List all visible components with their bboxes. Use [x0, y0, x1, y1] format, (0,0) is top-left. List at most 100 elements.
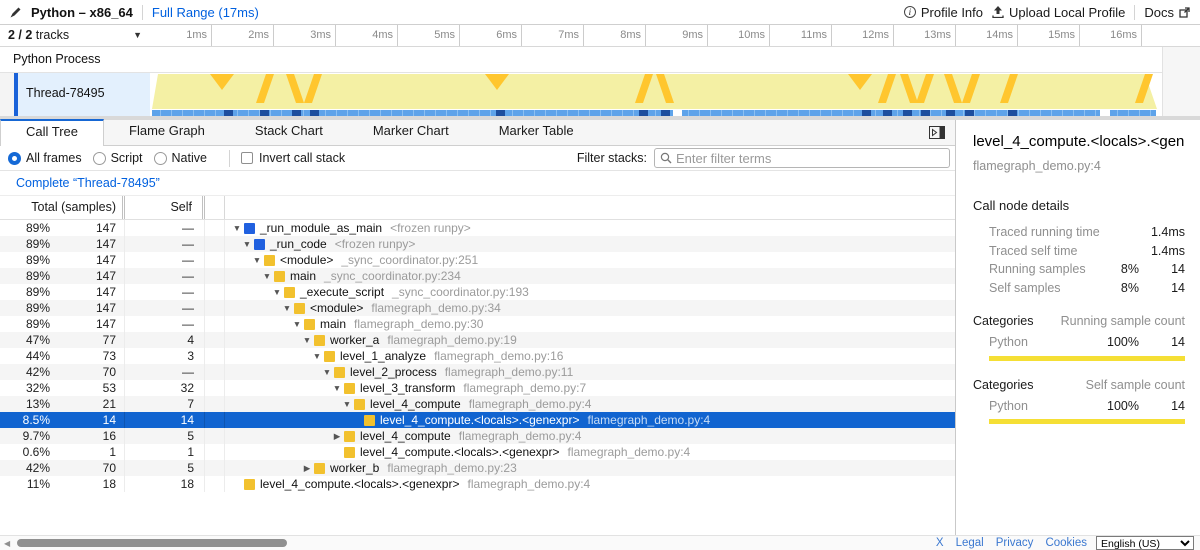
twisty-open-icon[interactable]: ▼ — [301, 335, 313, 345]
twisty-open-icon[interactable]: ▼ — [281, 303, 293, 313]
call-tree-row[interactable]: 13%217▼level_4_computeflamegraph_demo.py… — [0, 396, 955, 412]
column-header-total[interactable]: Total (samples) — [0, 196, 125, 219]
docs-link[interactable]: Docs — [1144, 5, 1190, 20]
spacer-cell — [205, 236, 225, 252]
call-tree-row[interactable]: 42%70—▼level_2_processflamegraph_demo.py… — [0, 364, 955, 380]
frame-filter-all-frames[interactable]: All frames — [8, 151, 82, 165]
total-samples: 147 — [50, 236, 124, 252]
frame-filter-script[interactable]: Script — [93, 151, 143, 165]
call-tree-row[interactable]: 89%147—▼<module>_sync_coordinator.py:251 — [0, 252, 955, 268]
total-samples: 147 — [50, 284, 124, 300]
profile-info-button[interactable]: i Profile Info — [904, 5, 983, 20]
timeline-ruler[interactable]: 1ms2ms3ms4ms5ms6ms7ms8ms9ms10ms11ms12ms1… — [150, 25, 1142, 46]
footer-link-cookies[interactable]: Cookies — [1045, 537, 1087, 549]
category-row: Python100%14 — [973, 397, 1185, 416]
call-tree-row[interactable]: 89%147—▼_run_module_as_main<frozen runpy… — [0, 220, 955, 236]
call-tree-row[interactable]: 44%733▼level_1_analyzeflamegraph_demo.py… — [0, 348, 955, 364]
frame-cell: ▶worker_bflamegraph_demo.py:23 — [225, 460, 955, 476]
upload-profile-button[interactable]: Upload Local Profile — [992, 5, 1125, 20]
call-tree-row[interactable]: 32%5332▼level_3_transformflamegraph_demo… — [0, 380, 955, 396]
spacer-cell — [205, 316, 225, 332]
tab-stack-chart[interactable]: Stack Chart — [230, 119, 348, 145]
call-tree-row[interactable]: 89%147—▼main_sync_coordinator.py:234 — [0, 268, 955, 284]
twisty-open-icon[interactable]: ▼ — [321, 367, 333, 377]
twisty-open-icon[interactable]: ▼ — [241, 239, 253, 249]
horizontal-scrollbar-thumb[interactable] — [17, 539, 287, 547]
frame-cell: level_4_compute.<locals>.<genexpr>flameg… — [225, 476, 955, 492]
upload-label: Upload Local Profile — [1009, 5, 1125, 20]
category-yellow-icon — [304, 319, 315, 330]
twisty-open-icon[interactable]: ▼ — [251, 255, 263, 265]
call-tree-row[interactable]: 89%147—▼<module>flamegraph_demo.py:34 — [0, 300, 955, 316]
breadcrumb-complete-range[interactable]: Complete “Thread-78495” — [16, 171, 160, 195]
info-icon: i — [904, 6, 916, 18]
profile-title: Python – x86_64 — [31, 5, 133, 20]
frame-file: flamegraph_demo.py:19 — [387, 333, 516, 347]
twisty-open-icon[interactable]: ▼ — [261, 271, 273, 281]
total-cell: 89%147 — [0, 300, 125, 316]
call-tree-row[interactable]: 9.7%165▶level_4_computeflamegraph_demo.p… — [0, 428, 955, 444]
call-tree-row[interactable]: 11%1818level_4_compute.<locals>.<genexpr… — [0, 476, 955, 492]
twisty-open-icon[interactable]: ▼ — [341, 399, 353, 409]
filter-input-box — [654, 148, 950, 168]
tab-call-tree[interactable]: Call Tree — [0, 119, 104, 146]
twisty-open-icon[interactable]: ▼ — [231, 223, 243, 233]
spacer-cell — [205, 364, 225, 380]
twisty-closed-icon[interactable]: ▶ — [301, 463, 313, 474]
radio-label: All frames — [26, 151, 82, 165]
category-percent: 100% — [1099, 399, 1139, 413]
thread-activity-track[interactable] — [150, 73, 1162, 116]
spacer-cell — [205, 268, 225, 284]
call-tree-row[interactable]: 89%147—▼_run_code<frozen runpy> — [0, 236, 955, 252]
categories-count-label: Running sample count — [1033, 314, 1185, 328]
frame-filter-native[interactable]: Native — [154, 151, 207, 165]
call-node-detail-row: Traced self time1.4ms — [973, 242, 1185, 261]
tab-flame-graph[interactable]: Flame Graph — [104, 119, 230, 145]
self-samples: — — [125, 284, 205, 300]
invert-call-stack-checkbox[interactable]: Invert call stack — [241, 151, 345, 165]
total-samples: 70 — [50, 460, 124, 476]
categories-title: Categories — [973, 378, 1033, 392]
scroll-left-arrow[interactable]: ◀ — [4, 537, 10, 550]
column-header-self[interactable]: Self — [125, 196, 205, 219]
edit-profile-name-icon[interactable] — [10, 6, 22, 18]
call-tree-row[interactable]: 89%147—▼_execute_script_sync_coordinator… — [0, 284, 955, 300]
total-percent: 32% — [0, 380, 50, 396]
column-header-spacer — [205, 196, 225, 219]
total-percent: 89% — [0, 236, 50, 252]
footer-link-privacy[interactable]: Privacy — [996, 537, 1034, 549]
frame-cell: ▼_run_module_as_main<frozen runpy> — [225, 220, 955, 236]
language-select[interactable]: English (US) — [1096, 536, 1194, 550]
total-cell: 32%53 — [0, 380, 125, 396]
category-yellow-icon — [344, 383, 355, 394]
self-samples: 18 — [125, 476, 205, 492]
footer-link-legal[interactable]: Legal — [956, 537, 984, 549]
tab-marker-table[interactable]: Marker Table — [474, 119, 599, 145]
twisty-open-icon[interactable]: ▼ — [271, 287, 283, 297]
call-tree-row[interactable]: 42%705▶worker_bflamegraph_demo.py:23 — [0, 460, 955, 476]
twisty-closed-icon[interactable]: ▶ — [331, 431, 343, 442]
full-range-link[interactable]: Full Range (17ms) — [152, 5, 259, 20]
filter-stacks-input[interactable] — [676, 151, 944, 166]
tab-marker-chart[interactable]: Marker Chart — [348, 119, 474, 145]
category-yellow-icon — [314, 463, 325, 474]
frame-name: level_4_compute.<locals>.<genexpr> — [260, 477, 459, 491]
thread-track-label[interactable]: Thread-78495 — [0, 73, 150, 116]
total-cell: 44%73 — [0, 348, 125, 364]
call-tree-row[interactable]: 0.6%11level_4_compute.<locals>.<genexpr>… — [0, 444, 955, 460]
call-tree-row[interactable]: 8.5%1414level_4_compute.<locals>.<genexp… — [0, 412, 955, 428]
call-tree-row[interactable]: 47%774▼worker_aflamegraph_demo.py:19 — [0, 332, 955, 348]
tracks-right-gutter — [1162, 47, 1200, 116]
self-samples: 14 — [125, 412, 205, 428]
open-sidebar-button[interactable] — [929, 126, 945, 139]
footer-link-x[interactable]: X — [936, 537, 944, 549]
total-percent: 89% — [0, 252, 50, 268]
indent — [231, 260, 251, 261]
twisty-open-icon[interactable]: ▼ — [311, 351, 323, 361]
process-track-header[interactable]: Python Process — [0, 47, 1162, 73]
twisty-open-icon[interactable]: ▼ — [291, 319, 303, 329]
tracks-dropdown[interactable]: 2 / 2 tracks ▼ — [0, 25, 150, 46]
twisty-open-icon[interactable]: ▼ — [331, 383, 343, 393]
call-tree-row[interactable]: 89%147—▼mainflamegraph_demo.py:30 — [0, 316, 955, 332]
invert-call-stack-label: Invert call stack — [259, 151, 345, 165]
